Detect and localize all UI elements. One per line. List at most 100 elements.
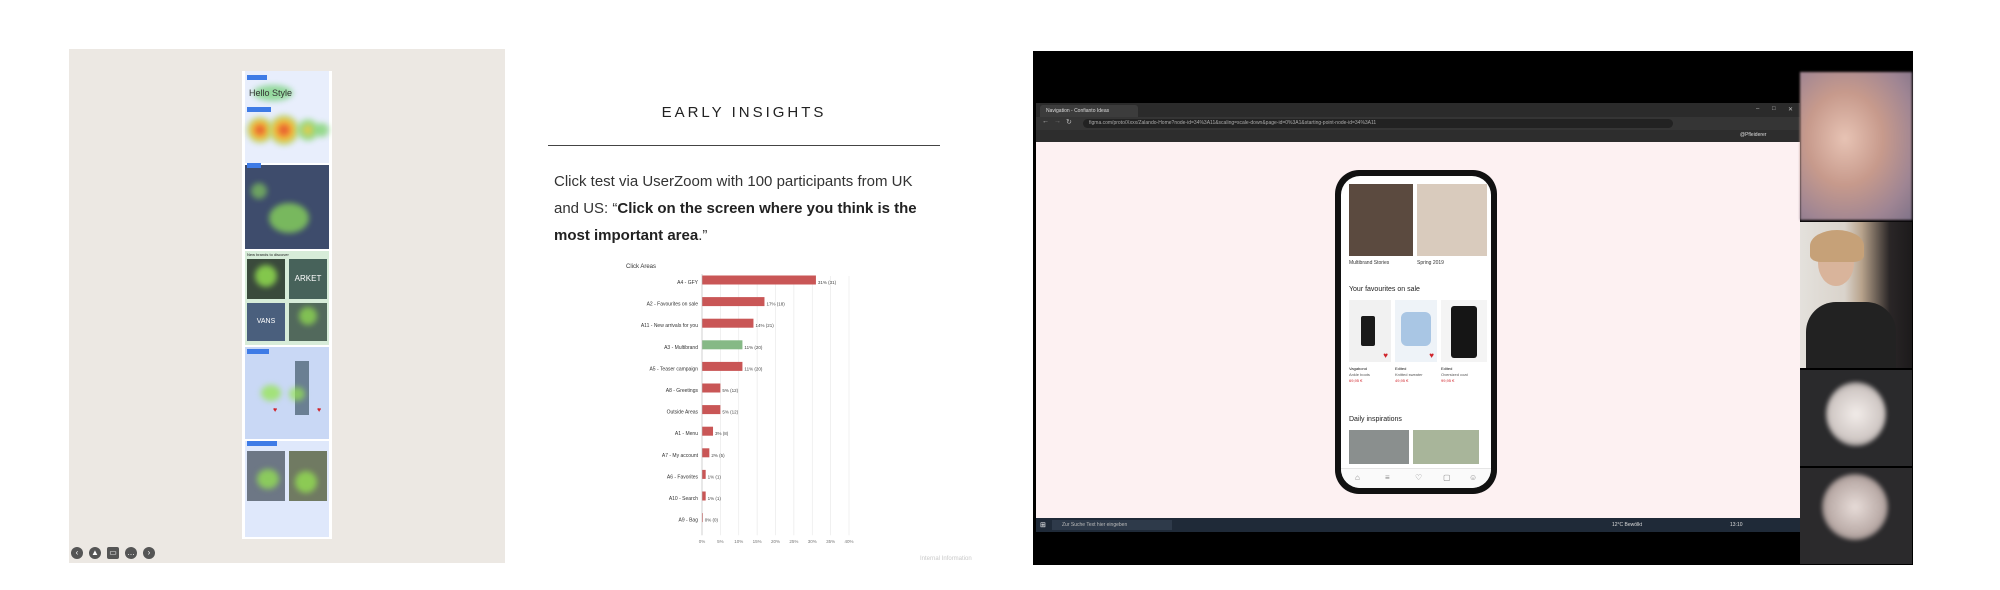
slide-body: Click test via UserZoom with 100 partici… [554, 168, 934, 249]
product-image-coat[interactable] [1441, 300, 1487, 362]
value-label: 2% (5) [711, 453, 725, 458]
profile-label[interactable]: @Pfleiderer [1740, 132, 1766, 138]
product-image-sweater[interactable]: ♥ [1395, 300, 1437, 362]
product-image-boots[interactable]: ♥ [1349, 300, 1391, 362]
category-label: A1 - Menu [675, 431, 698, 437]
taskbar-search[interactable]: Zur Suche Text hier eingeben [1052, 520, 1172, 530]
heart-outline-icon[interactable]: ♡ [1415, 473, 1422, 482]
inspiration-image[interactable] [1349, 430, 1409, 464]
category-label: Outside Areas [667, 410, 699, 416]
click-areas-chart: Click Areas 0% 5% 10% 15% 20% 25% 30% 35% 40% A4 -… [626, 264, 854, 544]
x-tick-label: 40% [844, 539, 853, 544]
participant-video [1800, 468, 1912, 564]
user-icon[interactable]: ☺ [1469, 473, 1477, 482]
area-tag [247, 107, 271, 112]
slide-title: EARLY INSIGHTS [661, 104, 827, 121]
more-icon[interactable]: … [125, 547, 137, 559]
brand-tile-vans: VANS [247, 303, 285, 341]
chart-title: Click Areas [626, 264, 656, 270]
reload-icon[interactable]: ↻ [1066, 118, 1072, 126]
heatmap-header-area: Hello Style [245, 71, 329, 163]
value-label: 14% (21) [755, 323, 774, 328]
brand-tile-arket: ARKET [289, 259, 327, 299]
heat-spot [257, 469, 279, 489]
windows-start-icon[interactable]: ⊞ [1040, 521, 1046, 529]
bar [702, 383, 721, 393]
heart-icon: ♥ [273, 407, 278, 414]
product-price: 69,95 € [1349, 378, 1363, 383]
watermark: Internal Information [920, 556, 972, 562]
heatmap-brands-area: New brands to discover ARKET VANS [245, 251, 329, 345]
x-tick-label: 20% [771, 539, 780, 544]
bar [702, 405, 721, 415]
minimize-icon[interactable]: – [1756, 106, 1759, 112]
bar [702, 340, 743, 350]
bar [702, 297, 765, 307]
story-image[interactable] [1417, 184, 1487, 256]
participant-video [1800, 222, 1912, 368]
heat-spot [299, 307, 317, 325]
x-tick-label: 15% [753, 539, 762, 544]
area-tag [247, 163, 261, 168]
heatmap-campaign-area [245, 163, 329, 249]
product-price: 99,95 € [1441, 378, 1455, 383]
area-tag [247, 349, 269, 354]
value-label: 17% (18) [766, 302, 785, 307]
bar [702, 448, 710, 458]
category-label: A2 - Favourites on sale [647, 302, 699, 308]
participant-video [1800, 72, 1912, 220]
category-label: A9 - Bag [679, 518, 699, 524]
close-icon[interactable]: ✕ [1788, 106, 1793, 113]
home-icon[interactable]: ⌂ [1355, 473, 1360, 482]
heatmap-logo-text: Hello Style [249, 88, 293, 98]
cc-icon[interactable]: ▭ [107, 547, 119, 559]
value-label: 31% (31) [818, 280, 837, 285]
participant-video [1800, 370, 1912, 466]
heat-spot [261, 385, 281, 401]
browser-tab[interactable]: Navigation - Confianto Ideas [1040, 105, 1138, 117]
story-image[interactable] [1349, 184, 1413, 256]
category-label: A4 - GFY [677, 280, 699, 286]
heatmap-prototype: Hello Style New brands to discover ARKET… [242, 71, 332, 539]
category-label: A10 - Search [669, 496, 698, 502]
triangle-icon[interactable]: ▲ [89, 547, 101, 559]
weather-label: 12°C Bewölkt [1612, 522, 1643, 528]
story-caption: Spring 2019 [1417, 260, 1444, 266]
value-label: 5% (12) [722, 410, 738, 415]
heatmap-inspirations-area [245, 441, 329, 537]
bar [702, 318, 754, 328]
value-label: 1% (1) [708, 474, 722, 479]
heart-icon[interactable]: ♥ [1383, 351, 1388, 360]
x-tick-label: 30% [808, 539, 817, 544]
category-label: A3 - Multibrand [664, 345, 698, 351]
heat-spot [289, 387, 305, 401]
chevron-left-icon[interactable]: ‹ [71, 547, 83, 559]
bar [702, 361, 743, 371]
area-tag [247, 75, 267, 80]
story-caption: Multibrand Stories [1349, 260, 1390, 266]
x-tick-label: 5% [717, 539, 724, 544]
section-title-sale: Your favourites on sale [1349, 286, 1420, 293]
product-price: 49,95 € [1395, 378, 1409, 383]
heat-spot [315, 123, 329, 137]
address-bar[interactable]: figma.com/proto/Xxxx/Zalando-Home?node-i… [1083, 119, 1673, 128]
participant-hair [1810, 230, 1864, 262]
maximize-icon[interactable]: □ [1772, 106, 1776, 112]
product-name: Oversized coat [1441, 372, 1468, 377]
back-icon[interactable]: ← [1042, 118, 1049, 125]
chevron-right-icon[interactable]: › [143, 547, 155, 559]
inspiration-image[interactable] [1413, 430, 1479, 464]
heat-spot [269, 203, 309, 233]
menu-icon[interactable]: ≡ [1385, 473, 1390, 482]
bag-icon[interactable]: ▢ [1443, 473, 1451, 482]
category-label: A7 - My account [662, 453, 699, 459]
area-tag [247, 441, 277, 446]
value-label: 0% (0) [705, 518, 719, 523]
forward-icon[interactable]: → [1054, 118, 1061, 125]
browser-tab-bar [1036, 103, 1800, 117]
value-label: 3% (8) [715, 431, 729, 436]
brands-heading: New brands to discover [247, 252, 289, 257]
bar [702, 491, 706, 501]
phone-tab-bar: ⌂ ≡ ♡ ▢ ☺ [1341, 468, 1491, 488]
heart-icon[interactable]: ♥ [1429, 351, 1434, 360]
